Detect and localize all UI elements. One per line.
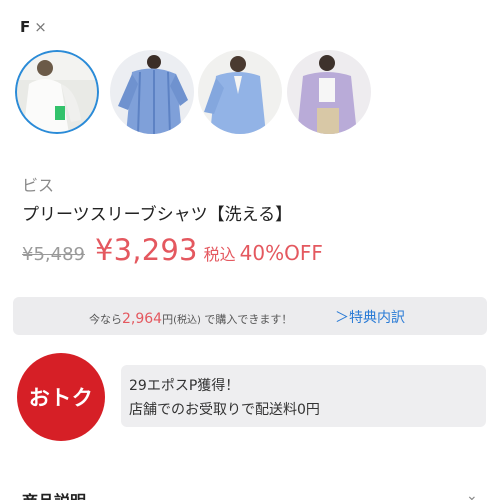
deal-amount: 2,964 [122, 311, 163, 327]
lavender-shirt-image [287, 50, 371, 134]
thumbnail-blue-shirt[interactable] [198, 50, 282, 134]
benefit-line-shipping: 店舗でのお受取りで配送料0円 [129, 402, 320, 418]
otoku-badge-label: おトク [28, 386, 94, 410]
deal-banner: 今なら2,964円(税込) で購入できます！ ＞特典内訳 [13, 297, 487, 335]
color-thumbnail-list [15, 50, 495, 134]
size-filter-chip[interactable]: F × [20, 18, 47, 36]
close-icon[interactable]: × [34, 18, 47, 36]
deal-tax: (税込) [173, 315, 201, 326]
sale-price: ¥3,293 [94, 233, 198, 267]
white-shirt-image [15, 50, 99, 134]
benefit-line-points: 29エポスP獲得！ [129, 378, 240, 394]
blue-stripe-shirt-image [110, 50, 194, 134]
deal-suffix: で購入できます！ [204, 313, 293, 326]
thumbnail-lavender-shirt[interactable] [287, 50, 371, 134]
brand-name[interactable]: ビス [22, 172, 54, 196]
chevron-down-icon[interactable]: ⌄ [466, 488, 478, 500]
blue-shirt-image [198, 50, 282, 134]
discount-badge: 40%OFF [239, 241, 323, 265]
benefit-details-link[interactable]: ＞特典内訳 [335, 307, 405, 327]
size-filter-label: F [20, 18, 31, 36]
thumbnail-white-shirt[interactable] [15, 50, 99, 134]
price-row: ¥5,489 ¥3,293 税込 40%OFF [22, 233, 323, 267]
tax-label: 税込 [203, 245, 236, 264]
product-title: プリーツスリーブシャツ【洗える】 [22, 205, 293, 225]
deal-text: 今なら2,964円(税込) で購入できます！ [89, 311, 292, 327]
thumbnail-blue-stripe-shirt[interactable] [110, 50, 194, 134]
deal-yen: 円 [162, 313, 174, 326]
benefits-box: 29エポスP獲得！ 店舗でのお受取りで配送料0円 [121, 365, 486, 427]
deal-prefix: 今なら [89, 313, 122, 326]
otoku-badge: おトク [17, 353, 105, 441]
section-title-description[interactable]: 商品説明 [22, 488, 86, 500]
original-price: ¥5,489 [22, 244, 85, 265]
